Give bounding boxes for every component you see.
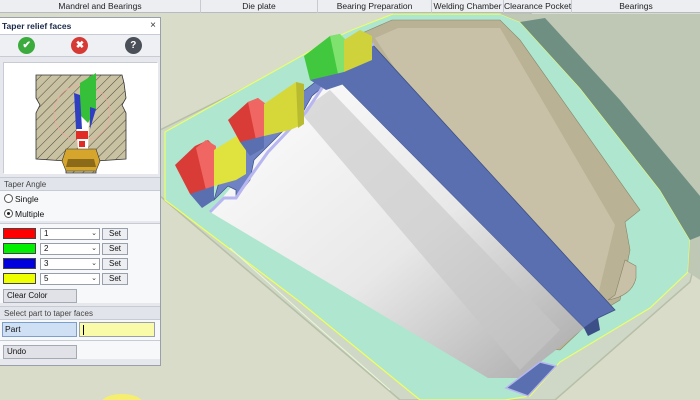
- ribbon-bar: Mandrel and Bearings Die plate Bearing P…: [0, 0, 700, 13]
- set-button-3[interactable]: Set: [102, 257, 128, 270]
- chevron-down-icon: ⌄: [91, 244, 97, 252]
- close-icon[interactable]: ×: [150, 20, 156, 31]
- tab-die-plate[interactable]: Die plate: [201, 0, 318, 13]
- tab-bearings[interactable]: Bearings: [572, 0, 700, 13]
- die-section-diagram: [4, 63, 158, 174]
- part-selector-label[interactable]: Part: [2, 322, 77, 337]
- multiple-radio[interactable]: [4, 209, 13, 218]
- multiple-option[interactable]: Multiple: [0, 206, 160, 221]
- set-button-4[interactable]: Set: [102, 272, 128, 285]
- set-button-1[interactable]: Set: [102, 227, 128, 240]
- tab-welding-chamber[interactable]: Welding Chamber: [432, 0, 504, 13]
- part-selection-field[interactable]: [79, 322, 155, 337]
- taper-angle-group: Single Multiple: [0, 191, 160, 221]
- panel-title: Taper relief faces: [2, 21, 72, 31]
- multiple-label: Multiple: [15, 208, 45, 219]
- undo-group: Undo: [0, 340, 160, 359]
- color-row-4: 5 ⌄ Set: [0, 271, 160, 286]
- color-swatch-red[interactable]: [3, 228, 36, 239]
- set-button-2[interactable]: Set: [102, 242, 128, 255]
- preview-image: [3, 62, 158, 174]
- taper-angle-header: Taper Angle: [0, 177, 160, 191]
- single-radio[interactable]: [4, 194, 13, 203]
- angle-combo-1[interactable]: 1 ⌄: [40, 227, 100, 240]
- chevron-down-icon: ⌄: [91, 274, 97, 282]
- tab-bearing-preparation[interactable]: Bearing Preparation: [318, 0, 432, 13]
- color-row-1: 1 ⌄ Set: [0, 226, 160, 241]
- single-label: Single: [15, 193, 39, 204]
- color-swatch-yellow[interactable]: [3, 273, 36, 284]
- panel-header: Taper relief faces ×: [0, 18, 160, 35]
- select-part-header: Select part to taper faces: [0, 306, 160, 320]
- cancel-button[interactable]: ✖: [71, 37, 89, 54]
- tab-mandrel-and-bearings[interactable]: Mandrel and Bearings: [0, 0, 201, 13]
- ok-button[interactable]: ✔: [18, 37, 36, 54]
- action-buttons-row: ✔ ✖ ?: [0, 35, 160, 57]
- angle-combo-3[interactable]: 3 ⌄: [40, 257, 100, 270]
- chevron-down-icon: ⌄: [91, 259, 97, 267]
- single-option[interactable]: Single: [0, 191, 160, 206]
- select-part-row: Part: [0, 320, 160, 340]
- clear-color-button[interactable]: Clear Color: [3, 289, 77, 303]
- color-assign-group: 1 ⌄ Set 2 ⌄ Set 3 ⌄ Set 5 ⌄ Set Clear Color: [0, 223, 160, 303]
- text-caret: [83, 325, 84, 335]
- x-icon: ✖: [75, 40, 85, 51]
- select-part-group: Part: [0, 320, 160, 340]
- undo-button[interactable]: Undo: [3, 345, 77, 359]
- question-icon: ?: [130, 40, 137, 51]
- taper-relief-panel: Taper relief faces × ✔ ✖ ? Taper Angle S…: [0, 17, 161, 366]
- color-row-2: 2 ⌄ Set: [0, 241, 160, 256]
- color-row-3: 3 ⌄ Set: [0, 256, 160, 271]
- angle-combo-2[interactable]: 2 ⌄: [40, 242, 100, 255]
- color-swatch-green[interactable]: [3, 243, 36, 254]
- angle-combo-4[interactable]: 5 ⌄: [40, 272, 100, 285]
- help-button[interactable]: ?: [124, 37, 142, 54]
- color-swatch-blue[interactable]: [3, 258, 36, 269]
- tab-clearance-pocket[interactable]: Clearance Pocket: [504, 0, 572, 13]
- check-icon: ✔: [22, 40, 31, 51]
- chevron-down-icon: ⌄: [91, 229, 97, 237]
